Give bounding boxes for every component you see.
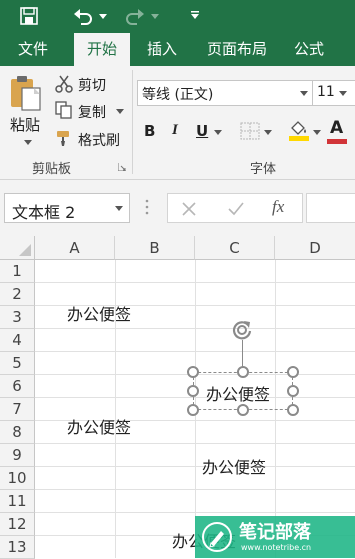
font-color-button[interactable]: A	[330, 118, 343, 138]
copy-dropdown-icon[interactable]	[116, 109, 124, 114]
row-header-3[interactable]: 3	[0, 306, 35, 329]
row-header-2[interactable]: 2	[0, 283, 35, 306]
watermark-title: 笔记部落	[239, 522, 311, 543]
column-header-b[interactable]: B	[115, 236, 195, 260]
font-name-dropdown-icon[interactable]	[300, 91, 308, 96]
row-header-7[interactable]: 7	[0, 398, 35, 421]
tab-formulas[interactable]: 公式	[284, 33, 334, 66]
textbox-text[interactable]: 办公便签	[206, 381, 270, 405]
pen-logo-icon	[201, 521, 233, 553]
font-size-combo[interactable]: 11	[312, 80, 355, 106]
resize-handle-left[interactable]	[187, 385, 199, 397]
row-header-13[interactable]: 13	[0, 536, 35, 559]
resize-handle-bottom-right[interactable]	[287, 404, 299, 416]
tab-insert[interactable]: 插入	[134, 33, 190, 66]
sticky-note-text[interactable]: 办公便签	[67, 301, 131, 325]
cut-button[interactable]: 剪切	[78, 75, 106, 95]
clipboard-group-label: 剪贴板	[32, 162, 72, 177]
underline-dropdown-icon[interactable]	[214, 130, 222, 135]
gridline	[35, 328, 355, 329]
sticky-note-text[interactable]: 办公便签	[67, 414, 131, 438]
gridline	[35, 466, 355, 467]
paste-icon[interactable]	[8, 74, 44, 112]
borders-icon[interactable]	[240, 122, 260, 140]
gridline	[35, 282, 355, 283]
font-color-swatch	[327, 139, 347, 144]
redo-icon[interactable]	[124, 6, 146, 26]
gridline	[35, 351, 355, 352]
undo-dropdown-icon[interactable]	[99, 14, 107, 19]
cancel-icon[interactable]	[182, 202, 196, 216]
resize-handle-top[interactable]	[237, 366, 249, 378]
font-name-value: 等线 (正文)	[142, 87, 214, 103]
italic-button[interactable]: I	[172, 122, 178, 139]
column-header-a[interactable]: A	[35, 236, 115, 260]
fill-color-dropdown-icon[interactable]	[313, 130, 321, 135]
format-painter-button[interactable]: 格式刷	[78, 130, 120, 150]
copy-icon[interactable]	[55, 101, 73, 119]
gridline	[35, 512, 355, 513]
font-name-combo[interactable]: 等线 (正文)	[137, 80, 313, 106]
row-header-11[interactable]: 11	[0, 490, 35, 513]
gridline	[35, 443, 355, 444]
row-header-12[interactable]: 12	[0, 513, 35, 536]
resize-handle-top-left[interactable]	[187, 366, 199, 378]
row-header-5[interactable]: 5	[0, 352, 35, 375]
fill-color-icon[interactable]	[288, 118, 310, 142]
select-all-corner[interactable]	[0, 236, 35, 260]
watermark-url: www.notetribe.cn	[241, 543, 312, 552]
borders-dropdown-icon[interactable]	[264, 130, 272, 135]
tab-file[interactable]: 文件	[8, 33, 58, 66]
tab-home[interactable]: 开始	[74, 33, 130, 66]
font-size-value: 11	[317, 84, 335, 100]
ribbon-home: 粘贴 剪切 复制 格式刷 剪贴板 等线 (正文) 11 B I U A 字体	[0, 66, 355, 180]
row-header-9[interactable]: 9	[0, 444, 35, 467]
paste-dropdown-icon[interactable]	[24, 140, 32, 145]
worksheet-grid[interactable]: A B C D 1 2 3 4 5 6 7 8 9 10 11 12 13 办公…	[0, 236, 355, 559]
clipboard-launcher-icon[interactable]	[118, 163, 126, 171]
watermark: 笔记部落 www.notetribe.cn	[195, 516, 355, 558]
scissors-icon[interactable]	[55, 75, 73, 93]
resize-handle-right[interactable]	[287, 385, 299, 397]
name-box-dropdown-icon[interactable]	[115, 206, 123, 211]
formula-buttons: fx	[167, 193, 303, 223]
column-header-c[interactable]: C	[195, 236, 275, 260]
undo-icon[interactable]	[72, 6, 94, 26]
font-size-dropdown-icon[interactable]	[339, 91, 347, 96]
copy-button[interactable]: 复制	[78, 102, 106, 122]
row-header-4[interactable]: 4	[0, 329, 35, 352]
name-box-value: 文本框 2	[12, 203, 76, 222]
save-icon[interactable]	[20, 7, 38, 25]
font-group-label: 字体	[250, 162, 277, 177]
resize-handle-bottom-left[interactable]	[187, 404, 199, 416]
resize-handle-bottom[interactable]	[237, 404, 249, 416]
gridline	[35, 489, 355, 490]
sticky-note-text[interactable]: 办公便签	[202, 454, 266, 478]
bold-button[interactable]: B	[144, 122, 155, 140]
row-header-8[interactable]: 8	[0, 421, 35, 444]
ribbon-separator	[132, 70, 133, 174]
insert-function-button[interactable]: fx	[272, 197, 284, 217]
customize-qat-icon[interactable]	[190, 10, 200, 20]
underline-button[interactable]: U	[196, 122, 208, 140]
column-header-d[interactable]: D	[275, 236, 355, 260]
name-box[interactable]: 文本框 2	[4, 193, 130, 223]
formula-input[interactable]	[306, 193, 355, 223]
row-header-6[interactable]: 6	[0, 375, 35, 398]
row-header-1[interactable]: 1	[0, 260, 35, 283]
format-painter-icon[interactable]	[55, 129, 73, 147]
rotate-handle-icon[interactable]	[230, 318, 254, 342]
tab-page-layout[interactable]: 页面布局	[198, 33, 276, 66]
resize-handle-top-right[interactable]	[287, 366, 299, 378]
grip-icon[interactable]	[145, 198, 149, 216]
redo-dropdown-icon[interactable]	[151, 14, 159, 19]
row-header-10[interactable]: 10	[0, 467, 35, 490]
ribbon-tabs: 文件 开始 插入 页面布局 公式	[0, 33, 355, 66]
quick-access-toolbar	[0, 0, 355, 33]
enter-icon[interactable]	[228, 202, 244, 216]
formula-bar: 文本框 2 fx	[0, 180, 355, 236]
paste-button[interactable]: 粘贴	[10, 114, 40, 135]
